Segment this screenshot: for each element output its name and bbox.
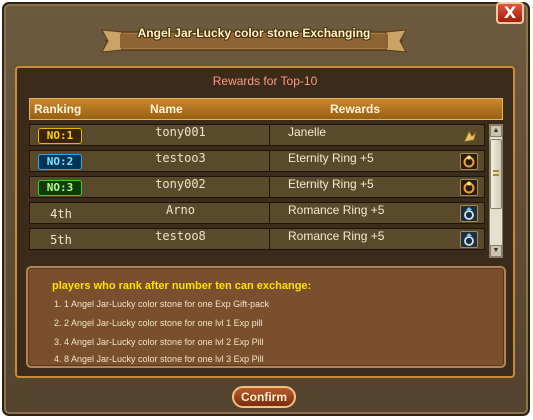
rank-label: 5th <box>50 233 72 247</box>
confirm-button[interactable]: Confirm <box>232 386 296 408</box>
scroll-up-arrow-icon[interactable]: ▲ <box>490 125 502 137</box>
title-banner: Angel Jar-Lucky color stone Exchanging <box>100 26 408 56</box>
table-row[interactable]: 4th Arno Romance Ring +5 <box>29 202 485 224</box>
exchange-rule-line: 2. 2 Angel Jar-Lucky color stone for one… <box>54 318 263 328</box>
romance-ring-icon[interactable] <box>460 231 478 248</box>
reward-name: Eternity Ring +5 <box>288 151 374 165</box>
column-header-rewards: Rewards <box>330 102 381 116</box>
rank-cell: NO:2 <box>38 154 84 170</box>
rank-cell: NO:3 <box>38 180 84 196</box>
wing-icon[interactable] <box>460 127 478 144</box>
player-name: tony002 <box>92 177 270 197</box>
rank-cell: 4th <box>38 206 84 222</box>
scroll-thumb[interactable] <box>490 139 502 209</box>
exchange-info-box: players who rank after number ten can ex… <box>26 266 506 368</box>
table-row[interactable]: NO:3 tony002 Eternity Ring +5 <box>29 176 485 198</box>
close-button[interactable]: X <box>496 2 524 24</box>
table-row[interactable]: NO:2 testoo3 Eternity Ring +5 <box>29 150 485 172</box>
rank-label: 4th <box>50 207 72 221</box>
rank-badge: NO:2 <box>38 154 82 170</box>
rank-cell: NO:1 <box>38 128 84 144</box>
panel-title: Rewards for Top-10 <box>212 74 318 88</box>
rank-cell: 5th <box>38 232 84 248</box>
rank-badge: NO:1 <box>38 128 82 144</box>
player-name: testoo8 <box>92 229 270 249</box>
table-row[interactable]: NO:1 tony001 Janelle <box>29 124 485 146</box>
ring-icon[interactable] <box>460 179 478 196</box>
window-title: Angel Jar-Lucky color stone Exchanging <box>137 26 371 40</box>
exchange-rule-line: 4. 8 Angel Jar-Lucky color stone for one… <box>54 354 264 364</box>
ring-icon[interactable] <box>460 153 478 170</box>
exchange-rule-line: 3. 4 Angel Jar-Lucky color stone for one… <box>54 337 264 347</box>
player-name: Arno <box>92 203 270 223</box>
reward-name: Romance Ring +5 <box>288 203 385 217</box>
player-name: tony001 <box>92 125 270 145</box>
column-header-ranking: Ranking <box>34 102 82 116</box>
grip-icon <box>493 170 499 176</box>
reward-name: Eternity Ring +5 <box>288 177 374 191</box>
exchange-rule-line: 1. 1 Angel Jar-Lucky color stone for one… <box>54 299 270 309</box>
rankings-scrollbar[interactable]: ▲ ▼ <box>489 124 503 258</box>
reward-name: Janelle <box>288 125 327 139</box>
table-row[interactable]: 5th testoo8 Romance Ring +5 <box>29 228 485 250</box>
table-header: Ranking Name Rewards <box>29 98 503 120</box>
scroll-down-arrow-icon[interactable]: ▼ <box>490 245 502 257</box>
player-name: testoo3 <box>92 151 270 171</box>
romance-ring-icon[interactable] <box>460 205 478 222</box>
info-title: players who rank after number ten can ex… <box>52 280 312 292</box>
column-header-name: Name <box>150 102 183 116</box>
rank-badge: NO:3 <box>38 180 82 196</box>
reward-name: Romance Ring +5 <box>288 229 385 243</box>
